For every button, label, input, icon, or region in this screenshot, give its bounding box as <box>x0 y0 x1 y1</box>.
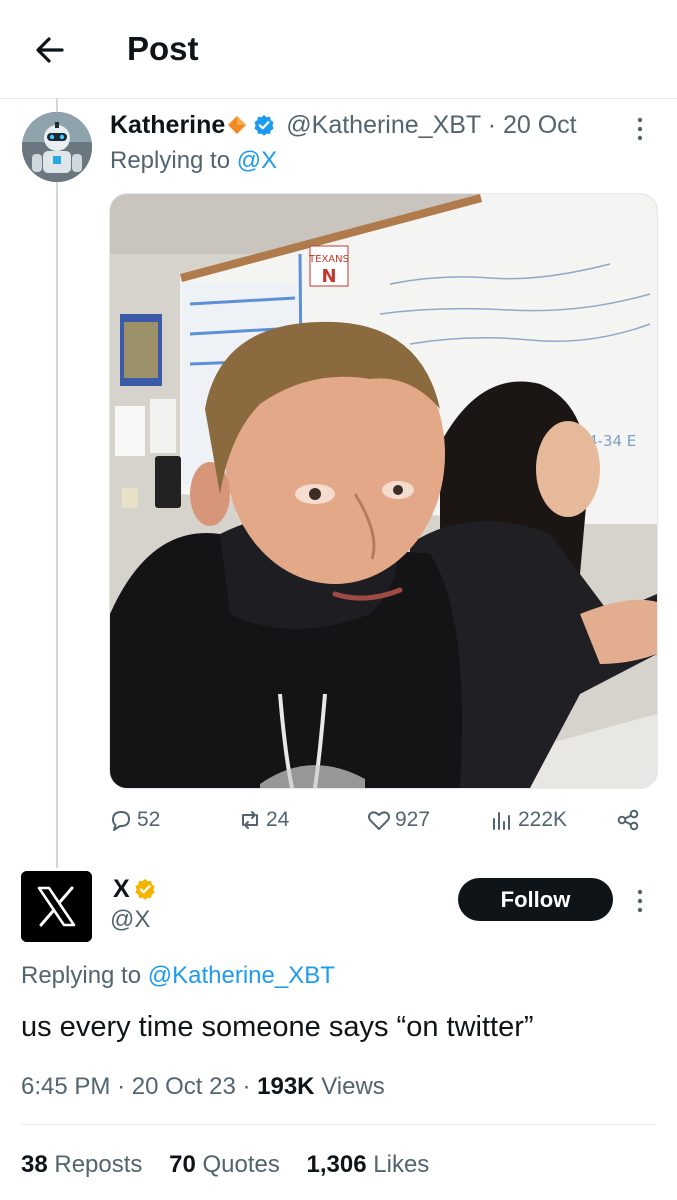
more-options-button[interactable] <box>632 114 648 144</box>
arrow-left-icon <box>36 37 64 63</box>
post-timestamp-row: 6:45 PM · 20 Oct 23 · 193K Views <box>21 1073 385 1101</box>
engagement-stats: 38 Reposts 70 Quotes 1,306 Likes <box>21 1151 449 1179</box>
meme-photo: TEXANS N 4-34 E <box>110 194 657 788</box>
analytics-bars-icon <box>493 812 510 830</box>
reply-button[interactable]: 52 <box>108 805 160 835</box>
x-logo-icon <box>21 871 92 942</box>
quotes-label: Quotes <box>202 1151 280 1178</box>
heart-icon <box>368 811 390 830</box>
divider <box>21 1124 656 1125</box>
meta-separator: · <box>117 1073 126 1100</box>
svg-text:N: N <box>321 266 336 287</box>
reply-bubble-icon <box>112 811 130 831</box>
repost-icon <box>242 811 258 829</box>
meta-separator: · <box>242 1073 251 1100</box>
follow-button[interactable]: Follow <box>458 878 613 921</box>
replying-to-handle[interactable]: @Katherine_XBT <box>148 962 335 989</box>
back-button[interactable] <box>30 30 70 70</box>
more-vertical-icon <box>637 117 643 141</box>
author-name[interactable]: X <box>113 875 130 903</box>
quotes-count: 70 <box>169 1151 196 1178</box>
avatar[interactable] <box>22 112 92 182</box>
author-name[interactable]: Katherine <box>110 111 225 139</box>
views-button[interactable]: 222K <box>489 805 567 835</box>
page-title: Post <box>127 30 199 67</box>
like-count: 927 <box>395 808 431 831</box>
robot-avatar-image <box>22 112 92 182</box>
post-date[interactable]: 20 Oct 23 <box>132 1073 236 1100</box>
post-text: us every time someone says “on twitter” <box>21 1011 534 1043</box>
repost-button[interactable]: 24 <box>237 805 289 835</box>
post-author-row: Katherine @Katherine_XBT · 20 Oct <box>110 111 577 140</box>
replying-to-prefix: Replying to <box>21 962 142 989</box>
board-logo-text: TEXANS <box>308 254 349 265</box>
post-image[interactable]: TEXANS N 4-34 E <box>109 193 658 789</box>
views-label: Views <box>321 1073 385 1100</box>
likes-count: 1,306 <box>306 1151 367 1178</box>
reposts-label: Reposts <box>54 1151 143 1178</box>
replying-to-line: Replying to @Katherine_XBT <box>21 962 335 990</box>
share-icon <box>617 809 639 831</box>
likes-stat[interactable]: 1,306 Likes <box>307 1151 430 1178</box>
replying-to-prefix: Replying to <box>110 147 231 174</box>
top-bar <box>0 0 677 99</box>
meta-separator: · <box>487 111 497 139</box>
author-handle[interactable]: @Katherine_XBT <box>286 111 480 139</box>
author-handle[interactable]: @X <box>110 906 150 934</box>
orange-diamond-icon <box>228 116 247 134</box>
more-options-button[interactable] <box>632 886 648 916</box>
like-button[interactable]: 927 <box>366 805 430 835</box>
thread-line <box>56 98 58 868</box>
repost-count: 24 <box>266 808 290 831</box>
likes-label: Likes <box>373 1151 430 1178</box>
post-date[interactable]: 20 Oct <box>503 111 577 139</box>
views-count: 222K <box>518 808 568 831</box>
author-name-row: X <box>113 875 160 904</box>
replying-to-line: Replying to @X <box>110 147 277 175</box>
reposts-count: 38 <box>21 1151 48 1178</box>
gold-verified-badge-icon <box>135 879 155 900</box>
reply-count: 52 <box>137 808 161 831</box>
views-count[interactable]: 193K <box>257 1073 314 1100</box>
avatar[interactable] <box>21 871 92 942</box>
quotes-stat[interactable]: 70 Quotes <box>169 1151 280 1178</box>
reposts-stat[interactable]: 38 Reposts <box>21 1151 142 1178</box>
post-time[interactable]: 6:45 PM <box>21 1073 110 1100</box>
replying-to-handle[interactable]: @X <box>237 147 277 174</box>
more-vertical-icon <box>637 889 643 913</box>
share-button[interactable] <box>615 805 644 835</box>
verified-badge-icon <box>254 115 274 136</box>
